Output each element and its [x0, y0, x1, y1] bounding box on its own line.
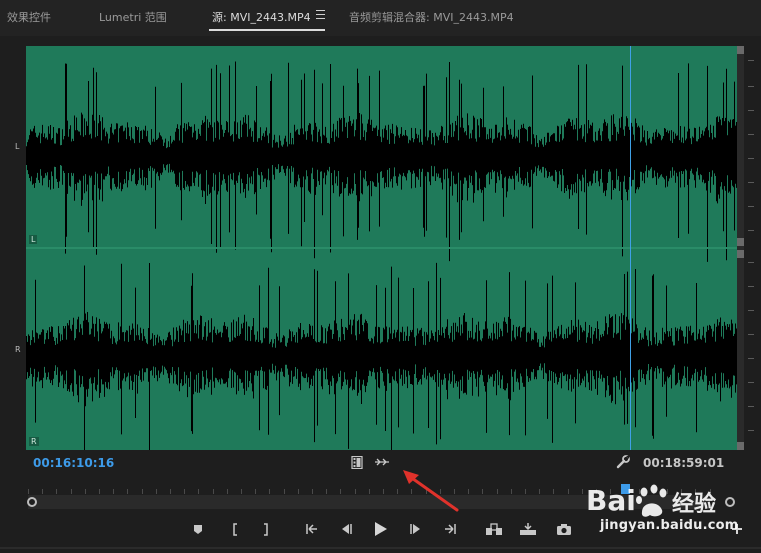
timeline-tick — [397, 489, 399, 494]
timeline-tick — [638, 489, 640, 494]
timeline-tick — [312, 489, 313, 494]
panel-tab-bar: 效果控件 Lumetri 范围 源: MVI_2443.MP4 音频剪辑混合器:… — [0, 0, 761, 36]
timeline-tick — [581, 489, 583, 494]
timeline-tick — [368, 489, 370, 494]
timeline-tick — [553, 489, 555, 494]
timeline-tick — [56, 489, 58, 494]
timeline-tick — [113, 489, 115, 494]
mark-out-icon[interactable] — [256, 519, 276, 539]
duration-timecode: 00:18:59:01 — [643, 456, 725, 470]
timeline-tick — [539, 489, 541, 494]
tab-effect-controls[interactable]: 效果控件 — [7, 9, 51, 25]
timeline-tick — [695, 489, 697, 494]
timeline-tick — [667, 489, 668, 494]
timeline-tick — [354, 489, 356, 494]
left-channel-badge: L — [29, 235, 38, 244]
timeline-scrubber-track[interactable] — [28, 495, 708, 509]
timeline-tick — [198, 489, 200, 494]
timeline-tick — [681, 489, 683, 494]
amplitude-ruler — [748, 46, 754, 450]
go-to-in-icon[interactable] — [302, 519, 322, 539]
watermark-url: jingyan.baidu.com — [600, 518, 739, 533]
right-channel-side-label: R — [15, 345, 21, 354]
go-to-out-icon[interactable] — [440, 519, 460, 539]
mark-in-icon[interactable] — [225, 519, 245, 539]
vertical-zoom-scrollbar[interactable] — [737, 46, 744, 450]
timeline-tick — [141, 489, 143, 494]
timeline-tick — [184, 489, 186, 494]
scroll-knob-mid-upper[interactable] — [737, 238, 744, 246]
step-forward-icon[interactable] — [406, 519, 426, 539]
tab-menu-icon[interactable] — [316, 10, 325, 20]
timeline-tick — [383, 489, 384, 494]
timeline-tick — [510, 489, 512, 494]
overwrite-icon[interactable] — [518, 519, 538, 539]
timeline-tick — [709, 489, 711, 494]
timeline-tick — [226, 489, 228, 494]
timeline-tick — [482, 489, 484, 494]
timeline-tick — [70, 489, 72, 494]
export-frame-icon[interactable] — [554, 519, 574, 539]
timeline-tick — [99, 489, 100, 494]
current-timecode[interactable]: 00:16:10:16 — [33, 456, 114, 470]
timeline-tick — [84, 489, 86, 494]
timeline-tick — [340, 489, 342, 494]
timeline-tick — [326, 489, 328, 494]
timeline-tick — [425, 489, 427, 494]
timeline-zoom-start-handle[interactable] — [27, 497, 37, 507]
left-channel-side-label: L — [15, 142, 20, 151]
settings-wrench-icon[interactable] — [615, 454, 631, 470]
insert-icon[interactable] — [484, 519, 504, 539]
scroll-knob-top[interactable] — [737, 46, 744, 54]
timeline-zoom-end-handle[interactable] — [725, 497, 735, 507]
timeline-tick — [468, 489, 470, 494]
timeline-tick — [596, 489, 597, 494]
timeline-tick — [439, 489, 441, 494]
panel-bottom-border — [0, 547, 761, 549]
timeline-tick — [567, 489, 569, 494]
timeline-tick — [411, 489, 413, 494]
play-icon[interactable] — [370, 519, 390, 539]
timeline-tick — [652, 489, 654, 494]
timeline-tick — [454, 489, 455, 494]
step-back-icon[interactable] — [336, 519, 356, 539]
scroll-knob-bottom[interactable] — [737, 442, 744, 450]
timeline-tick — [297, 489, 299, 494]
timeline-tick — [170, 489, 171, 494]
active-tab-indicator — [209, 29, 325, 31]
right-channel-badge: R — [29, 437, 39, 446]
timeline-playhead[interactable] — [621, 484, 630, 494]
timeline-tick — [127, 489, 129, 494]
timeline-tick — [42, 489, 44, 494]
video-only-icon[interactable] — [350, 455, 364, 469]
timeline-tick — [28, 489, 29, 494]
timeline-tick — [283, 489, 285, 494]
timeline-tick — [269, 489, 271, 494]
add-marker-icon[interactable] — [188, 519, 208, 539]
timeline-tick — [496, 489, 498, 494]
tab-lumetri-scopes[interactable]: Lumetri 范围 — [99, 9, 167, 25]
timeline-tick — [525, 489, 526, 494]
tab-source-monitor[interactable]: 源: MVI_2443.MP4 — [212, 9, 311, 25]
source-monitor-panel: L R L R 00:16:10:16 00:18:59:01 Bai 经验 j… — [0, 36, 761, 553]
timeline-tick — [241, 489, 242, 494]
tab-audio-clip-mixer[interactable]: 音频剪辑混合器: MVI_2443.MP4 — [349, 9, 514, 25]
timeline-tick — [212, 489, 214, 494]
timeline-tick — [255, 489, 257, 494]
waveform-playhead-line — [630, 46, 631, 450]
audio-waveform-display[interactable]: L R — [26, 46, 737, 450]
scroll-knob-mid-lower[interactable] — [737, 250, 744, 258]
timeline-tick — [610, 489, 612, 494]
timeline-tick — [155, 489, 157, 494]
audio-only-icon[interactable] — [374, 456, 390, 468]
